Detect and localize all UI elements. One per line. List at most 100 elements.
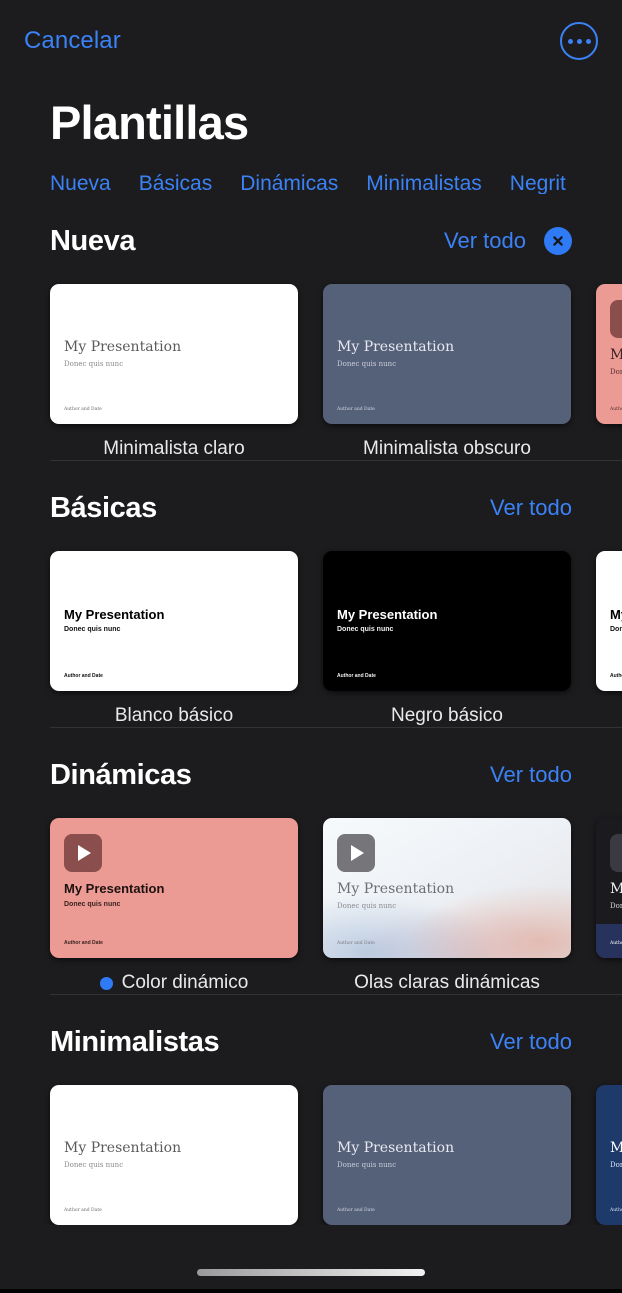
thumbnail-title: My Presentation — [337, 606, 438, 622]
thumbnail-subtitle: Donec quis nunc — [610, 367, 622, 376]
thumbnail-footer: Author and Date — [64, 1208, 102, 1214]
thumbnail-footer: Author and Date — [337, 941, 375, 947]
thumbnail-footer: Author and Date — [610, 673, 622, 680]
template-card-label-text: Olas claras dinámicas — [354, 972, 540, 994]
thumbnail-title: My Presentation — [610, 347, 622, 364]
template-card-label-text: Negro básico — [391, 705, 503, 727]
thumbnail-subtitle: Donec quis nunc — [337, 901, 397, 910]
template-card[interactable]: My Presentation Donec quis nunc Author and… — [50, 1085, 298, 1226]
thumbnail-footer: Author and Date — [610, 1208, 622, 1214]
sections-container: Nueva Ver todo My Presentation Donec quis n… — [0, 194, 622, 1226]
template-card-row[interactable]: My Presentation Donec quis nunc Author and… — [0, 264, 622, 460]
template-thumbnail[interactable]: My Presentation Donec quis nunc Author and… — [323, 1085, 571, 1226]
template-card[interactable]: My Presentation Donec quis nunc Author and… — [323, 818, 571, 994]
play-triangle-icon — [78, 845, 91, 862]
thumbnail-subtitle: Donec quis nunc — [610, 625, 622, 633]
thumbnail-subtitle: Donec quis nunc — [337, 1160, 397, 1169]
template-thumbnail[interactable]: My Presentation Donec quis nunc Author and… — [596, 818, 622, 959]
section-title: Básicas — [50, 491, 157, 524]
thumbnail-footer: Author and Date — [337, 673, 376, 680]
template-card-label-text: Minimalista claro — [103, 438, 245, 460]
thumbnail-subtitle: Donec quis nunc — [337, 625, 394, 633]
thumbnail-subtitle: Donec quis nunc — [64, 625, 121, 633]
template-thumbnail[interactable]: My Presentation Donec quis nunc Author and… — [596, 1085, 622, 1226]
template-thumbnail[interactable]: My Presentation Donec quis nunc Author and… — [50, 818, 298, 959]
section-title: Minimalistas — [50, 1025, 220, 1058]
tab-nueva[interactable]: Nueva — [50, 173, 111, 194]
template-card[interactable]: My Presentation Donec quis nunc Author and… — [596, 551, 622, 727]
play-triangle-icon — [351, 845, 364, 862]
play-icon — [610, 834, 622, 873]
template-thumbnail[interactable]: My Presentation Donec quis nunc Author and… — [596, 284, 622, 425]
template-thumbnail[interactable]: My Presentation Donec quis nunc Author and… — [323, 818, 571, 959]
template-card[interactable]: My Presentation Donec quis nunc Author and… — [50, 818, 298, 994]
section-header: Dinámicas Ver todo — [0, 752, 622, 798]
template-card[interactable]: My Presentation Donec quis nunc Author and… — [596, 1085, 622, 1226]
tab-negrit[interactable]: Negrit — [510, 173, 566, 194]
template-card-label: Blanco básico — [50, 691, 298, 727]
see-all-button[interactable]: Ver todo — [444, 228, 526, 254]
template-thumbnail[interactable]: My Presentation Donec quis nunc Author and… — [50, 284, 298, 425]
thumbnail-footer: Author and Date — [610, 407, 622, 413]
section-header: Nueva Ver todo — [0, 218, 622, 264]
ellipsis-circle-icon[interactable] — [560, 22, 598, 60]
section-header-actions: Ver todo — [444, 227, 572, 256]
top-bar: Cancelar — [0, 0, 622, 82]
thumbnail-footer: Author and Date — [64, 940, 103, 947]
cancel-button[interactable]: Cancelar — [24, 29, 121, 53]
template-card-label: Olas claras dinámicas — [323, 958, 571, 994]
template-card[interactable]: My Presentation Donec quis nunc Author and… — [323, 1085, 571, 1226]
template-card-label-text: Color dinámico — [121, 972, 249, 994]
template-card[interactable]: My Presentation Donec quis nunc Author and… — [50, 551, 298, 727]
ellipsis-dot-3 — [585, 38, 591, 44]
thumbnail-title: My Presentation — [337, 881, 455, 898]
ellipsis-dot-1 — [567, 38, 573, 44]
category-tab-strip[interactable]: Nueva Básicas Dinámicas Minimalistas Negrit — [0, 147, 622, 194]
thumbnail-title: My Presentation — [64, 606, 165, 622]
section-title: Dinámicas — [50, 758, 192, 791]
thumbnail-title: My Presentation — [610, 1140, 622, 1157]
template-thumbnail[interactable]: My Presentation Donec quis nunc Author and… — [50, 1085, 298, 1226]
template-card[interactable]: My Presentation Donec quis nunc Author and… — [596, 284, 622, 460]
thumbnail-subtitle: Donec quis nunc — [64, 1160, 124, 1169]
play-icon — [610, 300, 622, 339]
thumbnail-title: My Presentation — [337, 339, 455, 356]
thumbnail-subtitle: Donec quis nunc — [610, 1160, 622, 1169]
template-card-label-text: Blanco básico — [114, 705, 234, 727]
section-header-actions: Ver todo — [490, 762, 572, 788]
tab-din-micas[interactable]: Dinámicas — [240, 173, 338, 194]
see-all-button[interactable]: Ver todo — [490, 1029, 572, 1055]
selected-dot-icon — [99, 976, 113, 990]
thumbnail-subtitle: Donec quis nunc — [64, 359, 124, 368]
section-b-sicas: Básicas Ver todo My Presentation Donec quis… — [0, 461, 622, 727]
template-thumbnail[interactable]: My Presentation Donec quis nunc Author and… — [323, 551, 571, 692]
template-card-row[interactable]: My Presentation Donec quis nunc Author and… — [0, 798, 622, 994]
section-header-actions: Ver todo — [490, 495, 572, 521]
see-all-button[interactable]: Ver todo — [490, 762, 572, 788]
template-thumbnail[interactable]: My Presentation Donec quis nunc Author and… — [323, 284, 571, 425]
close-circle-icon[interactable] — [544, 227, 572, 256]
play-icon — [64, 834, 102, 873]
thumbnail-footer: Author and Date — [64, 673, 103, 680]
thumbnail-subtitle: Donec quis nunc — [610, 901, 622, 910]
tab-minimalistas[interactable]: Minimalistas — [366, 173, 482, 194]
template-thumbnail[interactable]: My Presentation Donec quis nunc Author and… — [596, 551, 622, 692]
template-card[interactable]: My Presentation Donec quis nunc Author and… — [323, 284, 571, 460]
template-thumbnail[interactable]: My Presentation Donec quis nunc Author and… — [50, 551, 298, 692]
thumbnail-footer: Author and Date — [610, 941, 622, 947]
thumbnail-title: My Presentation — [610, 606, 622, 622]
template-card-row[interactable]: My Presentation Donec quis nunc Author and… — [0, 531, 622, 727]
template-card[interactable]: My Presentation Donec quis nunc Author and… — [596, 818, 622, 994]
page-title: Plantillas — [50, 96, 249, 149]
tab-b-sicas[interactable]: Básicas — [139, 173, 213, 194]
play-icon — [337, 834, 375, 873]
template-card-row[interactable]: My Presentation Donec quis nunc Author and… — [0, 1065, 622, 1226]
template-card[interactable]: My Presentation Donec quis nunc Author and… — [50, 284, 298, 460]
thumbnail-footer: Author and Date — [337, 1208, 375, 1214]
home-indicator-bar[interactable] — [197, 1269, 425, 1276]
see-all-button[interactable]: Ver todo — [490, 495, 572, 521]
section-din-micas: Dinámicas Ver todo My Presentation Donec qu… — [0, 728, 622, 994]
templates-screen: Cancelar Plantillas Nueva Básicas Dinámica… — [0, 0, 622, 1293]
section-header: Minimalistas Ver todo — [0, 1019, 622, 1065]
template-card[interactable]: My Presentation Donec quis nunc Author and… — [323, 551, 571, 727]
